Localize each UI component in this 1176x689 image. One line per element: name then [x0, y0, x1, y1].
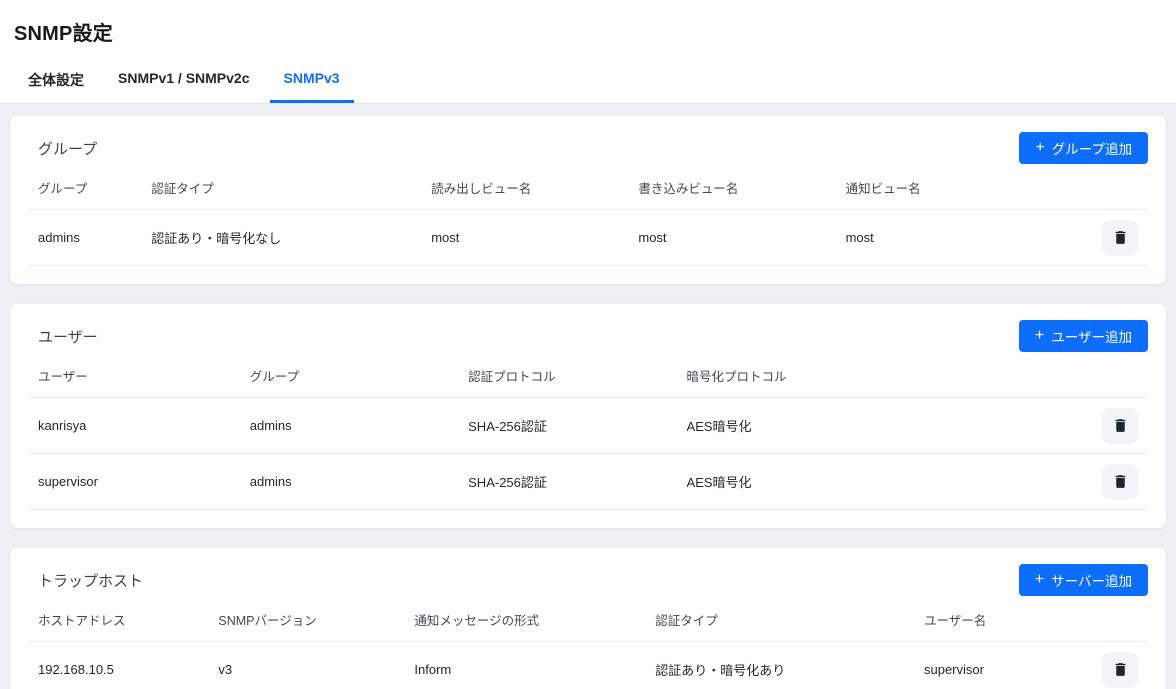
- tab-snmpv1-v2c[interactable]: SNMPv1 / SNMPv2c: [104, 58, 264, 103]
- table-row: 192.168.10.5v3Inform認証あり・暗号化ありsupervisor: [28, 642, 1148, 689]
- table-header-row: グループ認証タイプ読み出しビュー名書き込みビュー名通知ビュー名: [28, 166, 1148, 210]
- row-actions: [1092, 454, 1148, 510]
- plus-icon: +: [1035, 328, 1044, 344]
- actions-column-header: [1092, 166, 1148, 210]
- table-cell: 192.168.10.5: [28, 642, 218, 689]
- table-header-row: ユーザーグループ認証プロトコル暗号化プロトコル: [28, 354, 1148, 398]
- column-header: 暗号化プロトコル: [687, 354, 1092, 398]
- groups-card: グループ + グループ追加 グループ認証タイプ読み出しビュー名書き込みビュー名通…: [10, 116, 1166, 284]
- table-cell: most: [638, 210, 845, 266]
- column-header: 認証タイプ: [655, 598, 924, 642]
- table-cell: admins: [28, 210, 151, 266]
- row-actions: [1092, 210, 1148, 266]
- column-header: ユーザー名: [924, 598, 1092, 642]
- delete-user-button[interactable]: [1102, 464, 1138, 500]
- table-cell: Inform: [414, 642, 655, 689]
- table-cell: admins: [250, 454, 468, 510]
- delete-group-button[interactable]: [1102, 220, 1138, 256]
- groups-card-header: グループ + グループ追加: [28, 132, 1148, 164]
- trash-icon: [1112, 661, 1129, 678]
- column-header: 認証タイプ: [151, 166, 431, 210]
- trash-icon: [1112, 417, 1129, 434]
- trash-icon: [1112, 473, 1129, 490]
- trash-icon: [1112, 229, 1129, 246]
- plus-icon: +: [1035, 572, 1044, 588]
- row-actions: [1092, 642, 1148, 689]
- delete-trap-host-button[interactable]: [1102, 652, 1138, 688]
- table-row: supervisoradminsSHA-256認証AES暗号化: [28, 454, 1148, 510]
- table-cell: admins: [250, 398, 468, 454]
- column-header: ユーザー: [28, 354, 250, 398]
- table-cell: 認証あり・暗号化あり: [655, 642, 924, 689]
- table-cell: 認証あり・暗号化なし: [151, 210, 431, 266]
- column-header: 読み出しビュー名: [431, 166, 638, 210]
- groups-table: グループ認証タイプ読み出しビュー名書き込みビュー名通知ビュー名 admins認証…: [28, 166, 1148, 266]
- actions-column-header: [1092, 598, 1148, 642]
- trap-hosts-card: トラップホスト + サーバー追加 ホストアドレスSNMPバージョン通知メッセージ…: [10, 548, 1166, 689]
- add-group-button[interactable]: + グループ追加: [1019, 132, 1148, 164]
- users-card: ユーザー + ユーザー追加 ユーザーグループ認証プロトコル暗号化プロトコル ka…: [10, 304, 1166, 528]
- tab-bar: 全体設定 SNMPv1 / SNMPv2c SNMPv3: [0, 58, 1176, 104]
- column-header: グループ: [28, 166, 151, 210]
- column-header: 通知ビュー名: [846, 166, 1092, 210]
- table-cell: SHA-256認証: [468, 398, 686, 454]
- table-cell: supervisor: [924, 642, 1092, 689]
- add-user-button-label: ユーザー追加: [1051, 326, 1132, 346]
- tab-general-settings[interactable]: 全体設定: [14, 58, 98, 103]
- trap-hosts-section-title: トラップホスト: [38, 570, 143, 591]
- column-header: 通知メッセージの形式: [414, 598, 655, 642]
- row-actions: [1092, 398, 1148, 454]
- table-row: kanrisyaadminsSHA-256認証AES暗号化: [28, 398, 1148, 454]
- table-row: admins認証あり・暗号化なしmostmostmost: [28, 210, 1148, 266]
- table-cell: SHA-256認証: [468, 454, 686, 510]
- table-cell: AES暗号化: [687, 454, 1092, 510]
- main-content: グループ + グループ追加 グループ認証タイプ読み出しビュー名書き込みビュー名通…: [0, 104, 1176, 689]
- delete-user-button[interactable]: [1102, 408, 1138, 444]
- table-cell: supervisor: [28, 454, 250, 510]
- table-header-row: ホストアドレスSNMPバージョン通知メッセージの形式認証タイプユーザー名: [28, 598, 1148, 642]
- trap-hosts-card-header: トラップホスト + サーバー追加: [28, 564, 1148, 596]
- page-header: SNMP設定 全体設定 SNMPv1 / SNMPv2c SNMPv3: [0, 0, 1176, 104]
- page-title: SNMP設定: [0, 0, 1176, 58]
- column-header: 認証プロトコル: [468, 354, 686, 398]
- column-header: 書き込みビュー名: [638, 166, 845, 210]
- add-server-button[interactable]: + サーバー追加: [1019, 564, 1148, 596]
- add-user-button[interactable]: + ユーザー追加: [1019, 320, 1148, 352]
- column-header: グループ: [250, 354, 468, 398]
- table-cell: v3: [218, 642, 414, 689]
- table-cell: most: [431, 210, 638, 266]
- table-cell: kanrisya: [28, 398, 250, 454]
- users-table: ユーザーグループ認証プロトコル暗号化プロトコル kanrisyaadminsSH…: [28, 354, 1148, 510]
- add-group-button-label: グループ追加: [1052, 138, 1132, 158]
- add-server-button-label: サーバー追加: [1051, 570, 1132, 590]
- table-cell: AES暗号化: [687, 398, 1092, 454]
- plus-icon: +: [1035, 140, 1044, 156]
- column-header: ホストアドレス: [28, 598, 218, 642]
- column-header: SNMPバージョン: [218, 598, 414, 642]
- users-card-header: ユーザー + ユーザー追加: [28, 320, 1148, 352]
- actions-column-header: [1092, 354, 1148, 398]
- users-section-title: ユーザー: [38, 326, 98, 347]
- tab-snmpv3[interactable]: SNMPv3: [270, 58, 354, 103]
- groups-section-title: グループ: [38, 138, 97, 159]
- trap-hosts-table: ホストアドレスSNMPバージョン通知メッセージの形式認証タイプユーザー名 192…: [28, 598, 1148, 689]
- table-cell: most: [846, 210, 1092, 266]
